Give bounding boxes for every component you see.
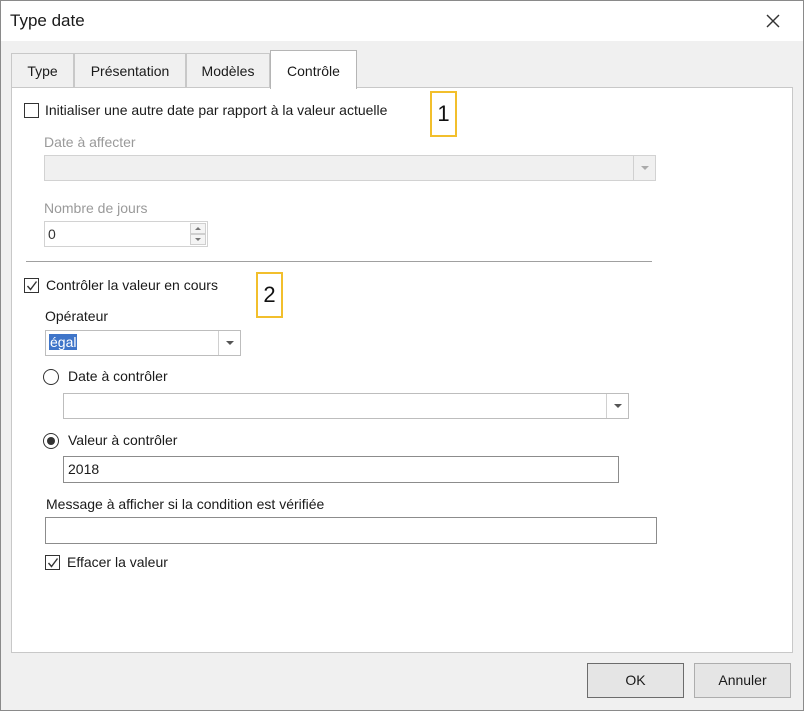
date-to-check-select[interactable] — [63, 393, 629, 419]
date-to-check-radio[interactable] — [43, 369, 59, 385]
init-other-date-checkbox[interactable] — [24, 103, 39, 118]
tab-modeles[interactable]: Modèles — [186, 53, 270, 88]
days-count-value: 0 — [48, 226, 56, 242]
callout-marker-1: 1 — [430, 91, 457, 137]
window-title: Type date — [10, 11, 85, 30]
checkmark-icon — [47, 558, 59, 568]
tab-panel-controle: Initialiser une autre date par rapport à… — [11, 87, 793, 653]
stepper-down-button[interactable] — [190, 234, 206, 245]
callout-marker-2: 2 — [256, 272, 283, 318]
check-current-value-label: Contrôler la valeur en cours — [46, 277, 218, 293]
value-to-check-label: Valeur à contrôler — [68, 432, 178, 448]
stepper-up-button[interactable] — [190, 223, 206, 234]
clear-value-checkbox[interactable] — [45, 555, 60, 570]
operator-value: égal — [49, 334, 78, 350]
tab-controle[interactable]: Contrôle — [270, 50, 357, 89]
tab-type[interactable]: Type — [11, 53, 74, 88]
init-other-date-label: Initialiser une autre date par rapport à… — [45, 102, 388, 118]
date-to-assign-label: Date à affecter — [44, 134, 136, 150]
operator-select[interactable]: égal — [45, 330, 241, 356]
message-input[interactable] — [45, 517, 657, 544]
radio-selected-dot — [47, 437, 55, 445]
days-count-label: Nombre de jours — [44, 200, 148, 216]
date-to-check-label: Date à contrôler — [68, 368, 168, 384]
close-icon — [766, 14, 780, 28]
tab-presentation[interactable]: Présentation — [74, 53, 186, 88]
dialog-window: Type date Type Présentation Modèles Cont… — [0, 0, 804, 711]
date-to-assign-select[interactable] — [44, 155, 656, 181]
operator-label: Opérateur — [45, 308, 109, 324]
days-count-stepper[interactable]: 0 — [44, 221, 208, 247]
title-bar: Type date — [1, 1, 803, 41]
chevron-down-icon — [218, 331, 240, 355]
message-label: Message à afficher si la condition est v… — [46, 496, 325, 512]
value-to-check-radio[interactable] — [43, 433, 59, 449]
value-to-check-input[interactable]: 2018 — [63, 456, 619, 483]
checkmark-icon — [26, 281, 38, 291]
chevron-down-icon — [606, 394, 628, 418]
cancel-button[interactable]: Annuler — [694, 663, 791, 698]
clear-value-label: Effacer la valeur — [67, 554, 168, 570]
close-button[interactable] — [761, 9, 785, 33]
check-current-value-checkbox[interactable] — [24, 278, 39, 293]
chevron-down-icon — [633, 156, 655, 180]
section-divider — [26, 261, 652, 262]
ok-button[interactable]: OK — [587, 663, 684, 698]
